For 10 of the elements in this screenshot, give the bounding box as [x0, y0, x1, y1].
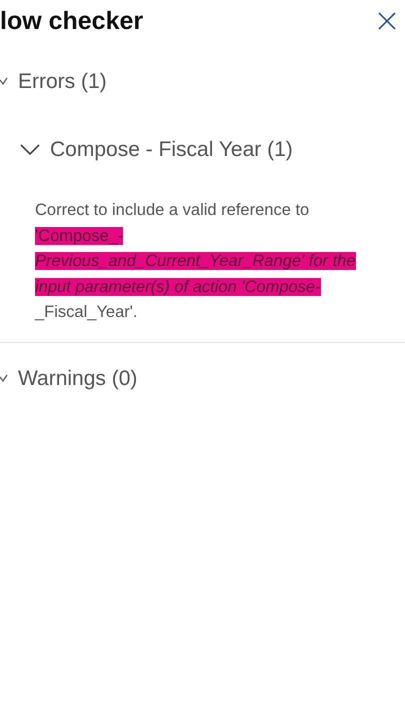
panel-title: low checker [0, 6, 144, 36]
section-header[interactable]: Errors (1) [0, 68, 405, 96]
close-button[interactable] [378, 12, 396, 30]
chevron-icon [20, 144, 40, 156]
error-group-header[interactable]: Compose - Fiscal Year (1) [20, 136, 405, 164]
chevron-icon [0, 374, 8, 384]
chevron-icon [0, 77, 8, 87]
close-icon [378, 12, 396, 30]
error-message: Correct to include a valid reference to 'Compose_-Previous_and_Current_Year_Range' for the input parameter(s) of action 'Compose- _Fiscal_Year'. [35, 200, 357, 323]
section-header[interactable]: Warnings (0) [0, 364, 405, 392]
